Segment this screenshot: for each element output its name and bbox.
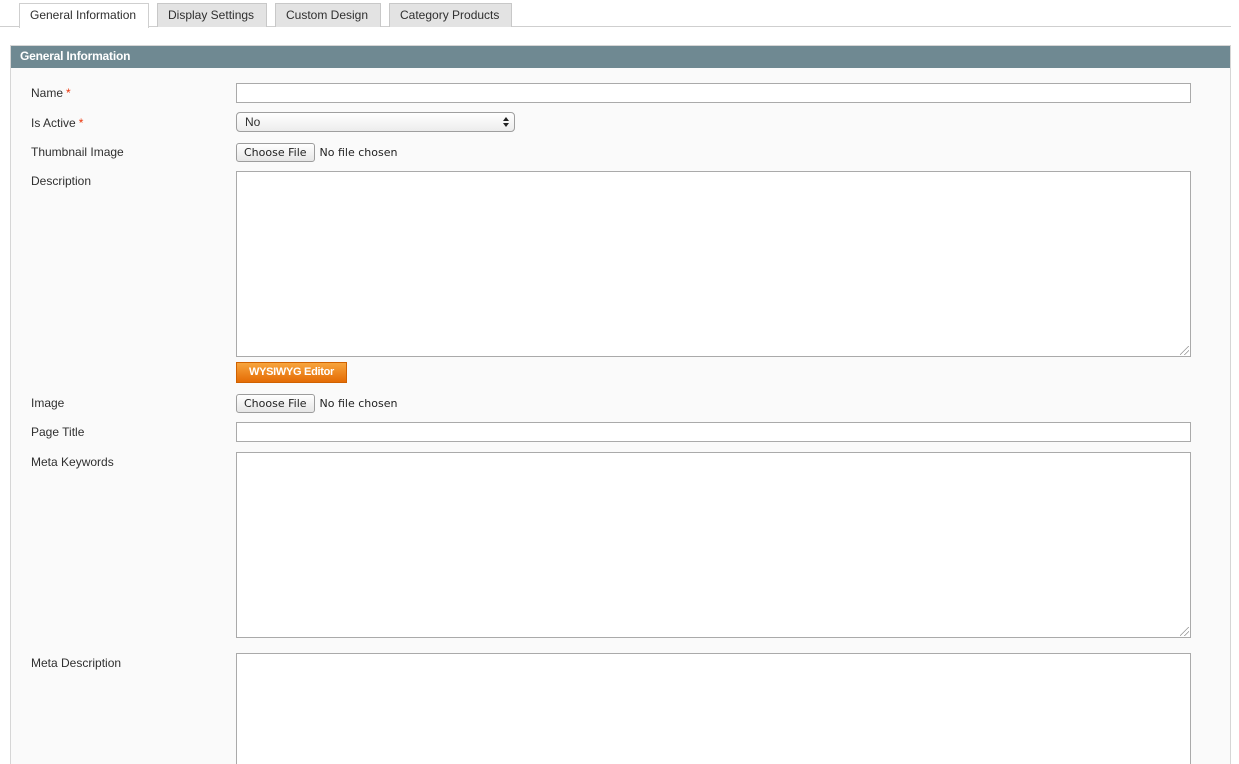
is-active-select[interactable]: No bbox=[236, 112, 515, 132]
page-title-input[interactable] bbox=[236, 422, 1191, 442]
tab-general-information[interactable]: General Information bbox=[19, 3, 149, 28]
wysiwyg-editor-button[interactable]: WYSIWYG Editor bbox=[236, 362, 347, 383]
meta-description-textarea[interactable] bbox=[236, 653, 1191, 764]
thumbnail-choose-file-button[interactable]: Choose File bbox=[236, 142, 315, 162]
tab-custom-design[interactable]: Custom Design bbox=[275, 3, 381, 27]
image-file-status: No file chosen bbox=[319, 396, 398, 410]
thumbnail-image-label: Thumbnail Image bbox=[31, 145, 124, 159]
name-input[interactable] bbox=[236, 83, 1191, 103]
required-marker: * bbox=[78, 116, 84, 130]
required-marker: * bbox=[66, 86, 71, 100]
is-active-selected-value: No bbox=[245, 115, 261, 129]
image-choose-file-button[interactable]: Choose File bbox=[236, 393, 315, 413]
description-textarea[interactable] bbox=[236, 171, 1191, 357]
image-file-input: Choose File No file chosen bbox=[236, 393, 397, 413]
tab-bar: General Information Display Settings Cus… bbox=[0, 0, 1231, 28]
name-label: Name * bbox=[31, 86, 71, 100]
description-label: Description bbox=[31, 174, 92, 188]
tab-category-products[interactable]: Category Products bbox=[389, 3, 512, 27]
resize-grip-icon[interactable] bbox=[1180, 346, 1189, 355]
section-header: General Information bbox=[11, 46, 1230, 68]
thumbnail-file-input: Choose File No file chosen bbox=[236, 142, 397, 162]
image-label: Image bbox=[31, 396, 65, 410]
tab-display-settings[interactable]: Display Settings bbox=[157, 3, 267, 27]
meta-keywords-textarea[interactable] bbox=[236, 452, 1191, 638]
resize-grip-icon[interactable] bbox=[1180, 627, 1189, 636]
is-active-label: Is Active * bbox=[31, 116, 84, 130]
page-title-label: Page Title bbox=[31, 425, 85, 439]
meta-description-label: Meta Description bbox=[31, 656, 122, 670]
thumbnail-file-status: No file chosen bbox=[319, 145, 398, 159]
meta-keywords-label: Meta Keywords bbox=[31, 455, 114, 469]
up-down-arrows-icon bbox=[503, 117, 509, 127]
